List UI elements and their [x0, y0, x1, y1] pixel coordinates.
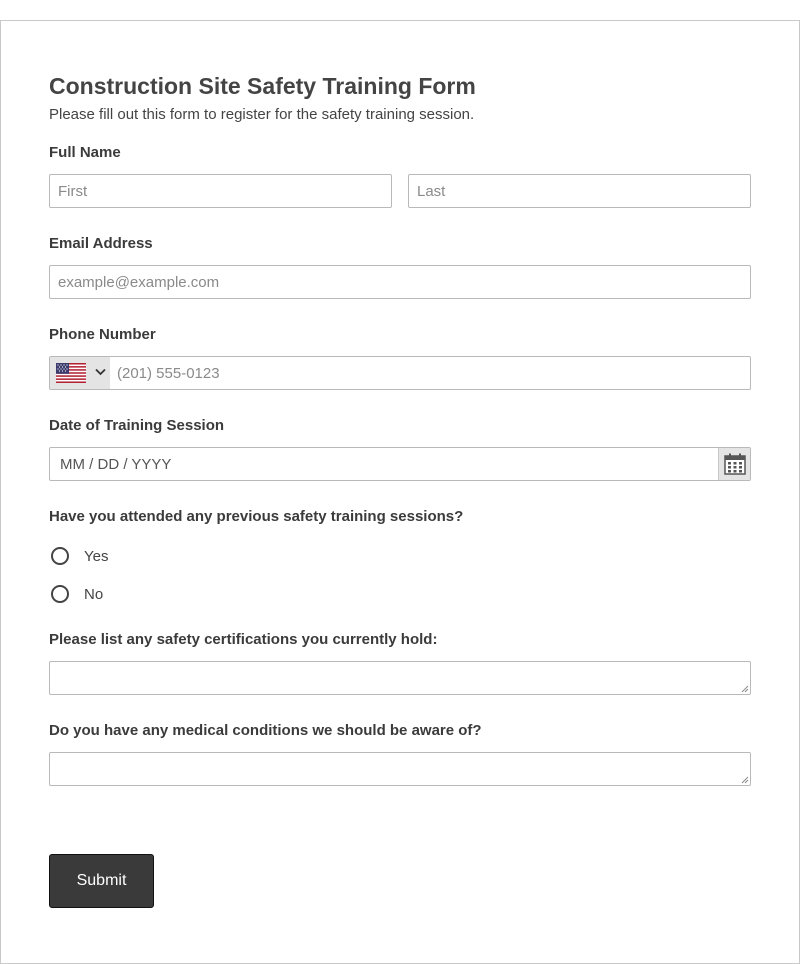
certifications-textarea[interactable] — [49, 661, 751, 695]
form-subtitle: Please fill out this form to register fo… — [49, 106, 475, 123]
phone-field — [49, 356, 751, 390]
medical-conditions-textarea[interactable] — [49, 752, 751, 786]
medical-conditions-label: Do you have any medical conditions we sh… — [49, 722, 482, 739]
submit-button[interactable]: Submit — [49, 854, 154, 908]
email-label: Email Address — [49, 235, 153, 252]
date-input[interactable] — [50, 448, 718, 480]
form-container: Construction Site Safety Training Form P… — [0, 20, 800, 964]
radio-option-no[interactable]: No — [51, 583, 103, 605]
radio-label: Yes — [84, 547, 109, 565]
form-title: Construction Site Safety Training Form — [49, 73, 476, 99]
radio-button[interactable] — [51, 547, 69, 565]
chevron-down-icon — [95, 368, 106, 376]
last-name-input[interactable] — [408, 174, 751, 208]
radio-label: No — [84, 585, 104, 603]
us-flag-icon — [56, 363, 86, 383]
date-field — [49, 447, 751, 481]
phone-input[interactable] — [110, 357, 750, 389]
certifications-label: Please list any safety certifications yo… — [49, 631, 438, 648]
previous-training-question: Have you attended any previous safety tr… — [49, 508, 464, 525]
first-name-input[interactable] — [49, 174, 392, 208]
country-select[interactable] — [50, 357, 110, 389]
email-input[interactable] — [49, 265, 751, 299]
radio-option-yes[interactable]: Yes — [51, 545, 108, 567]
radio-button[interactable] — [51, 585, 69, 603]
calendar-icon — [724, 453, 746, 475]
resize-handle-icon[interactable] — [741, 685, 749, 693]
full-name-label: Full Name — [49, 144, 121, 161]
phone-label: Phone Number — [49, 326, 156, 343]
date-label: Date of Training Session — [49, 417, 225, 434]
resize-handle-icon[interactable] — [741, 776, 749, 784]
calendar-button[interactable] — [718, 448, 750, 480]
